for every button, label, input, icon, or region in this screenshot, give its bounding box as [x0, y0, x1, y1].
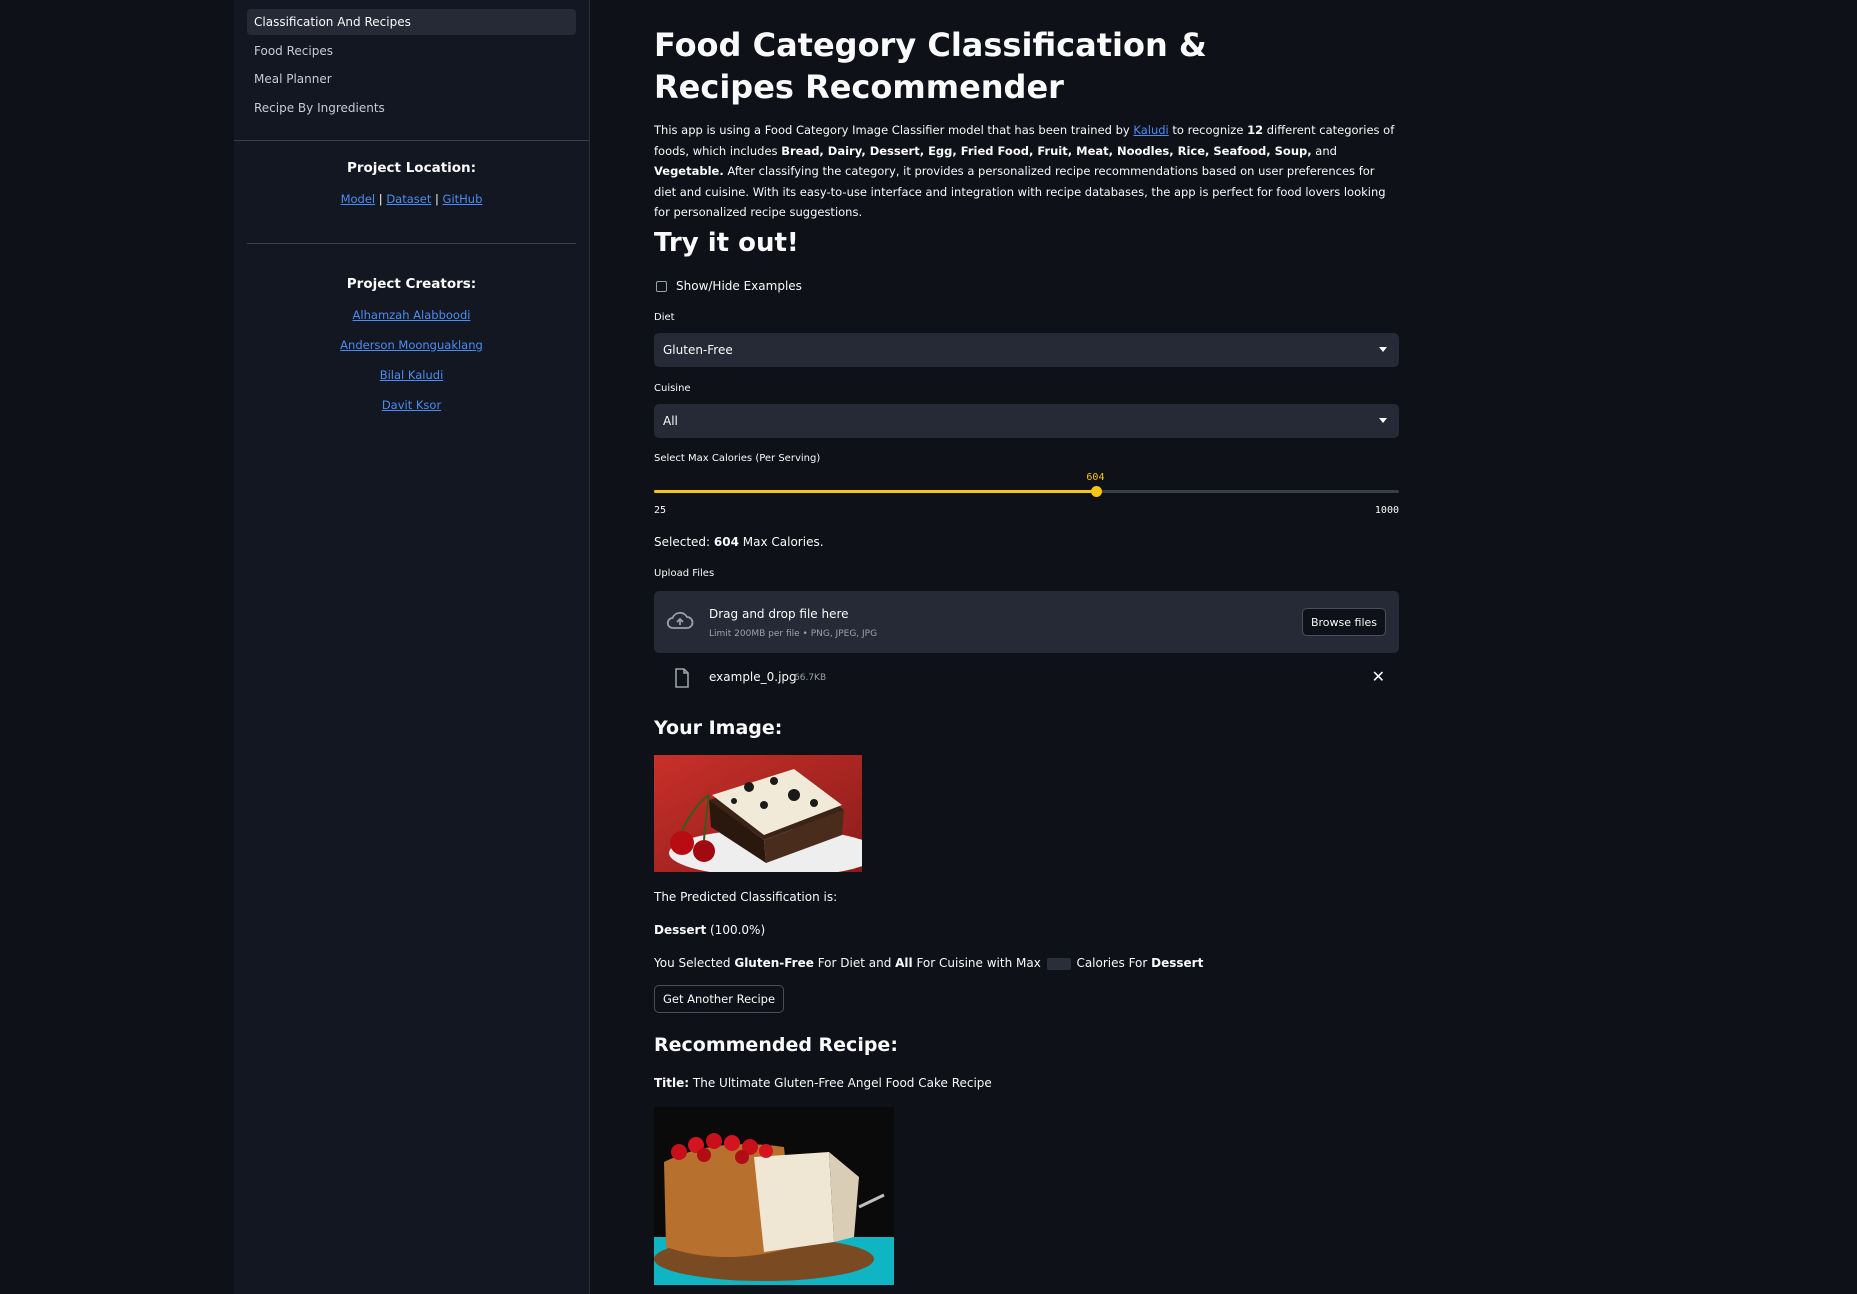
sidebar: Classification And Recipes Food Recipes … — [234, 0, 590, 1294]
selected-prefix: Selected: — [654, 535, 714, 549]
file-size: 66.7KB — [794, 673, 827, 683]
examples-checkbox[interactable] — [656, 280, 667, 292]
slider-fill — [654, 490, 1097, 493]
project-location-links: Model | Dataset | GitHub — [234, 192, 589, 206]
recipe-title-value: The Ultimate Gluten-Free Angel Food Cake… — [689, 1076, 992, 1090]
try-it-heading: Try it out! — [654, 228, 799, 258]
main-content: Food Category Classification & Recipes R… — [654, 0, 1399, 1294]
sidebar-item-meal-planner[interactable]: Meal Planner — [247, 66, 576, 92]
close-icon[interactable]: ✕ — [1372, 667, 1385, 686]
creator-link[interactable]: Bilal Kaludi — [234, 368, 589, 382]
app-description: This app is using a Food Category Image … — [654, 120, 1399, 223]
recommended-recipe-heading: Recommended Recipe: — [654, 1034, 898, 1056]
calories-label: Select Max Calories (Per Serving) — [654, 453, 821, 464]
creator-link[interactable]: Davit Ksor — [234, 398, 589, 412]
cuisine-select[interactable]: All — [654, 404, 1399, 438]
project-creators-heading: Project Creators: — [346, 275, 477, 292]
desc-count: 12 — [1247, 123, 1264, 137]
file-name: example_0.jpg — [709, 670, 797, 684]
uploaded-file-row: example_0.jpg 66.7KB ✕ — [654, 666, 1399, 690]
summary-text: Calories For — [1072, 956, 1152, 970]
selection-summary: You Selected Gluten-Free For Diet and Al… — [654, 956, 1203, 970]
upload-label: Upload Files — [654, 568, 715, 579]
slider-value: 604 — [1086, 472, 1105, 483]
sidebar-item-recipe-by-ingredients[interactable]: Recipe By Ingredients — [247, 95, 576, 121]
slider-max: 1000 — [1374, 505, 1399, 516]
chevron-down-icon — [1379, 418, 1387, 423]
selected-calories-text: Selected: 604 Max Calories. — [654, 535, 824, 549]
sidebar-item-classification[interactable]: Classification And Recipes — [247, 9, 576, 35]
get-another-recipe-button[interactable]: Get Another Recipe — [654, 985, 785, 1013]
browse-files-button[interactable]: Browse files — [1302, 608, 1386, 636]
examples-checkbox-label: Show/Hide Examples — [676, 279, 802, 293]
file-dropzone[interactable]: Drag and drop file here Limit 200MB per … — [654, 591, 1399, 653]
sidebar-item-food-recipes[interactable]: Food Recipes — [247, 38, 576, 64]
summary-text: You Selected — [654, 956, 735, 970]
sidebar-nav: Classification And Recipes Food Recipes … — [234, 0, 589, 121]
summary-category: Dessert — [1151, 956, 1204, 970]
prediction-label: The Predicted Classification is: — [654, 890, 838, 904]
desc-text: This app is using a Food Category Image … — [654, 123, 1134, 137]
diet-label: Diet — [654, 312, 675, 323]
uploaded-image — [654, 755, 862, 872]
selected-value: 604 — [713, 535, 739, 549]
diet-select[interactable]: Gluten-Free — [654, 333, 1399, 367]
desc-text: to recognize — [1168, 123, 1248, 137]
summary-text: For Cuisine with Max — [912, 956, 1045, 970]
recipe-image — [654, 1107, 894, 1285]
prediction-confidence: (100.0%) — [706, 923, 766, 937]
recipe-title-label: Title: — [654, 1076, 690, 1090]
cuisine-label: Cuisine — [654, 383, 691, 394]
prediction-result: Dessert (100.0%) — [654, 923, 765, 937]
page-title: Food Category Classification & Recipes R… — [654, 26, 1207, 106]
recipe-title: Title: The Ultimate Gluten-Free Angel Fo… — [654, 1076, 992, 1090]
examples-toggle[interactable]: Show/Hide Examples — [656, 279, 802, 293]
cuisine-select-value: All — [663, 414, 678, 428]
desc-text: and — [1311, 143, 1337, 158]
summary-diet: Gluten-Free — [734, 956, 814, 970]
diet-select-value: Gluten-Free — [663, 343, 733, 357]
creator-link[interactable]: Alhamzah Alabboodi — [234, 308, 589, 322]
github-link[interactable]: GitHub — [443, 192, 483, 206]
selected-suffix: Max Calories. — [738, 535, 824, 549]
project-creators-section: Project Creators: Alhamzah Alabboodi And… — [234, 244, 589, 412]
prediction-class: Dessert — [654, 923, 707, 937]
chevron-down-icon — [1379, 347, 1387, 352]
creators-list: Alhamzah Alabboodi Anderson Moonguaklang… — [234, 308, 589, 412]
link-divider: | — [378, 191, 383, 206]
your-image-heading: Your Image: — [654, 717, 783, 739]
summary-cuisine: All — [895, 956, 913, 970]
creator-link[interactable]: Anderson Moonguaklang — [234, 338, 589, 352]
calories-slider[interactable] — [654, 486, 1399, 497]
link-divider: | — [435, 191, 439, 206]
calories-code-chip — [1046, 957, 1071, 970]
project-location-section: Project Location: Model | Dataset | GitH… — [234, 141, 589, 206]
slider-min: 25 — [654, 505, 667, 516]
dropzone-title: Drag and drop file here — [709, 607, 849, 621]
desc-categories: Bread, Dairy, Dessert, Egg, Fried Food, … — [781, 143, 1312, 158]
dropzone-limits: Limit 200MB per file • PNG, JPEG, JPG — [709, 629, 878, 639]
model-link[interactable]: Model — [341, 192, 376, 206]
left-gutter — [0, 0, 234, 1294]
desc-last-category: Vegetable. — [654, 164, 724, 178]
cloud-upload-icon — [666, 609, 694, 635]
dataset-link[interactable]: Dataset — [386, 192, 431, 206]
slider-thumb[interactable] — [1090, 486, 1102, 497]
summary-text: For Diet and — [813, 956, 896, 970]
project-location-heading: Project Location: — [346, 159, 477, 176]
desc-text: After classifying the category, it provi… — [654, 164, 1386, 219]
file-icon — [674, 668, 690, 692]
kaludi-link[interactable]: Kaludi — [1133, 123, 1168, 137]
